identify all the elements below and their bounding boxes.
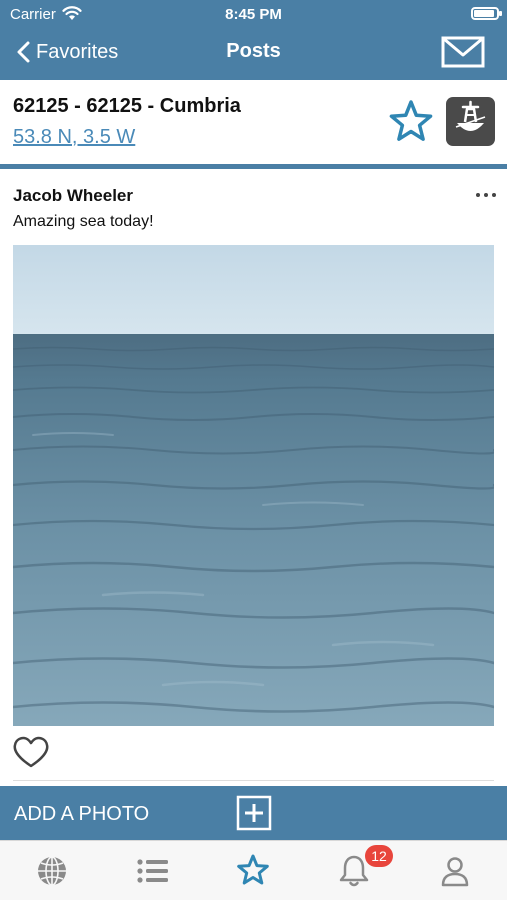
list-icon (137, 859, 168, 883)
post-card: Jacob Wheeler Amazing sea today! (0, 169, 507, 786)
notification-badge: 12 (365, 845, 393, 867)
heart-icon[interactable] (12, 735, 50, 769)
post-author: Jacob Wheeler (13, 186, 133, 205)
station-header: 62125 - 62125 - Cumbria 53.8 N, 3.5 W (0, 80, 507, 164)
status-bar: Carrier 8:45 PM (0, 0, 507, 28)
post-text: Amazing sea today! (13, 213, 154, 230)
more-options-icon[interactable] (474, 185, 498, 205)
person-icon (441, 857, 469, 887)
post-photo[interactable] (13, 245, 494, 726)
favorite-star-icon[interactable] (386, 98, 436, 146)
battery-level (474, 10, 494, 17)
sea-photo-image (13, 245, 494, 726)
tab-bar: 12 (0, 840, 507, 900)
tab-profile[interactable] (437, 853, 473, 889)
battery-icon (471, 7, 502, 20)
back-button-label: Favorites (36, 40, 119, 63)
chevron-left-icon (17, 41, 30, 63)
tab-map[interactable] (34, 853, 70, 889)
add-square-icon (236, 795, 272, 831)
station-name: 62125 - 62125 - Cumbria (13, 95, 241, 117)
clock: 8:45 PM (225, 6, 282, 23)
station-coordinates-link[interactable]: 53.8 N, 3.5 W (13, 126, 135, 149)
tab-list[interactable] (135, 853, 171, 889)
star-icon (237, 854, 269, 885)
add-photo-button[interactable]: ADD A PHOTO (0, 786, 507, 840)
add-photo-label: ADD A PHOTO (14, 803, 150, 825)
navigation-header: Carrier 8:45 PM Favorites Posts (0, 0, 507, 80)
post-divider (13, 780, 494, 781)
back-button[interactable]: Favorites (12, 36, 118, 68)
globe-icon (38, 856, 66, 886)
tab-favorites[interactable] (235, 853, 271, 889)
mail-icon[interactable] (441, 36, 485, 68)
buoy-button[interactable] (446, 97, 495, 146)
buoy-icon (455, 100, 486, 131)
